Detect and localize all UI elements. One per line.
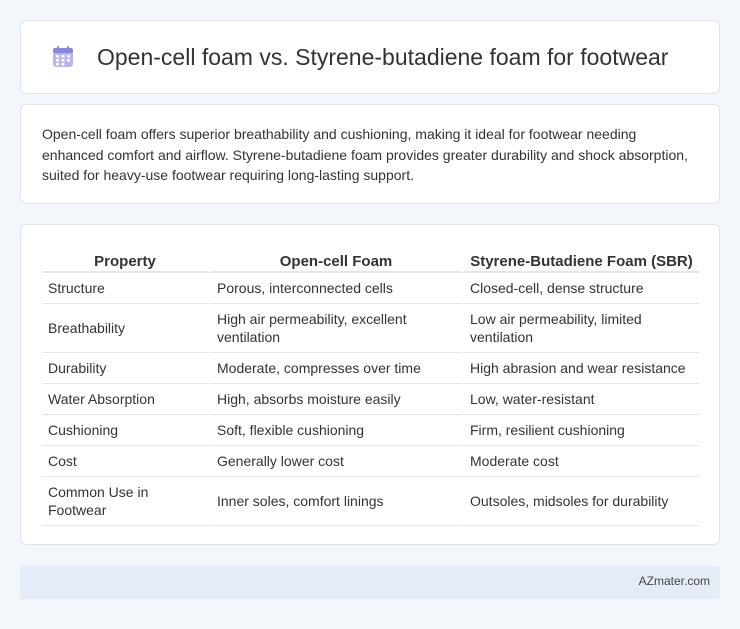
row-property: Cost bbox=[42, 446, 208, 477]
row-sbr-value: Firm, resilient cushioning bbox=[461, 415, 699, 446]
column-header-open-cell: Open-cell Foam bbox=[208, 245, 461, 273]
table-row: Breathability High air permeability, exc… bbox=[42, 304, 699, 353]
calendar-grid-icon bbox=[53, 46, 73, 67]
row-open-cell-value: Generally lower cost bbox=[208, 446, 461, 477]
table-row: Common Use in Footwear Inner soles, comf… bbox=[42, 477, 699, 526]
row-open-cell-value: High, absorbs moisture easily bbox=[208, 384, 461, 415]
page-title: Open-cell foam vs. Styrene-butadiene foa… bbox=[97, 43, 669, 70]
table-row: Cushioning Soft, flexible cushioning Fir… bbox=[42, 415, 699, 446]
row-sbr-value: Moderate cost bbox=[461, 446, 699, 477]
row-open-cell-value: Porous, interconnected cells bbox=[208, 273, 461, 304]
row-sbr-value: Closed-cell, dense structure bbox=[461, 273, 699, 304]
row-sbr-value: High abrasion and wear resistance bbox=[461, 353, 699, 384]
footer-brand: AZmater.com bbox=[638, 574, 710, 588]
column-header-sbr: Styrene-Butadiene Foam (SBR) bbox=[461, 245, 699, 273]
row-sbr-value: Outsoles, midsoles for durability bbox=[461, 477, 699, 526]
summary-card: Open-cell foam offers superior breathabi… bbox=[20, 104, 720, 204]
comparison-table: Property Open-cell Foam Styrene-Butadien… bbox=[42, 245, 699, 526]
row-open-cell-value: Inner soles, comfort linings bbox=[208, 477, 461, 526]
title-card: Open-cell foam vs. Styrene-butadiene foa… bbox=[20, 20, 720, 94]
table-row: Durability Moderate, compresses over tim… bbox=[42, 353, 699, 384]
row-open-cell-value: Soft, flexible cushioning bbox=[208, 415, 461, 446]
column-header-property: Property bbox=[42, 245, 208, 273]
row-property: Durability bbox=[42, 353, 208, 384]
row-sbr-value: Low, water-resistant bbox=[461, 384, 699, 415]
comparison-table-card: Property Open-cell Foam Styrene-Butadien… bbox=[20, 224, 720, 545]
footer-bar: AZmater.com bbox=[20, 566, 720, 599]
row-property: Breathability bbox=[42, 304, 208, 353]
row-open-cell-value: Moderate, compresses over time bbox=[208, 353, 461, 384]
table-row: Water Absorption High, absorbs moisture … bbox=[42, 384, 699, 415]
row-property: Common Use in Footwear bbox=[42, 477, 208, 526]
row-open-cell-value: High air permeability, excellent ventila… bbox=[208, 304, 461, 353]
table-row: Cost Generally lower cost Moderate cost bbox=[42, 446, 699, 477]
summary-text: Open-cell foam offers superior breathabi… bbox=[42, 126, 688, 183]
row-property: Cushioning bbox=[42, 415, 208, 446]
row-property: Water Absorption bbox=[42, 384, 208, 415]
row-property: Structure bbox=[42, 273, 208, 304]
table-row: Structure Porous, interconnected cells C… bbox=[42, 273, 699, 304]
row-sbr-value: Low air permeability, limited ventilatio… bbox=[461, 304, 699, 353]
table-header-row: Property Open-cell Foam Styrene-Butadien… bbox=[42, 245, 699, 273]
